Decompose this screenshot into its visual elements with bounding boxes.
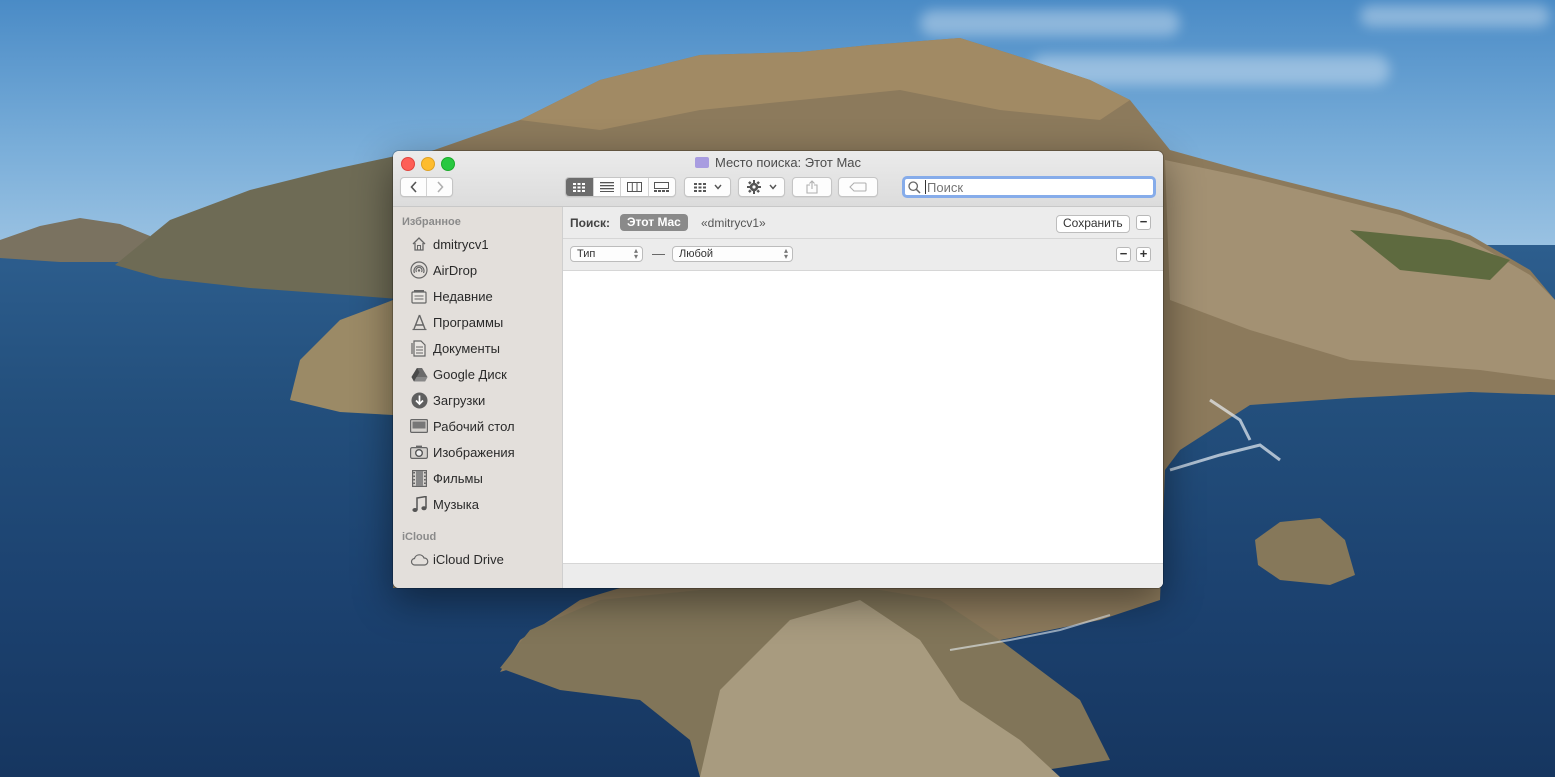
tag-icon — [849, 182, 867, 192]
gallery-icon — [654, 182, 670, 192]
applications-icon — [409, 313, 429, 331]
sidebar-item-label: Google Диск — [433, 366, 507, 382]
sidebar-item-google-drive[interactable]: Google Диск — [409, 363, 559, 385]
search-input[interactable] — [927, 179, 1137, 195]
sidebar-item-label: Программы — [433, 314, 504, 330]
sidebar-item-applications[interactable]: Программы — [409, 311, 559, 333]
share-icon — [806, 180, 818, 194]
chevron-left-icon — [409, 181, 417, 193]
airdrop-icon — [409, 261, 429, 279]
smart-folder-icon — [694, 157, 709, 168]
camera-icon — [409, 443, 429, 461]
sidebar-item-label: Изображения — [433, 444, 515, 460]
criteria-separator: — — [652, 246, 665, 261]
sidebar-item-airdrop[interactable]: AirDrop — [409, 259, 559, 281]
sidebar-item-movies[interactable]: Фильмы — [409, 467, 559, 489]
window-title: Место поиска: Этот Mac — [393, 155, 1163, 170]
content-area: Поиск: Этот Mac «dmitrycv1» Сохранить − … — [563, 207, 1163, 588]
chevron-right-icon — [436, 181, 444, 193]
criteria-attribute-popup[interactable]: Тип ▴ ▾ — [570, 246, 643, 262]
sidebar: Избранное dmitrycv1 AirDrop Недавние Про… — [393, 207, 563, 588]
sidebar-item-home[interactable]: dmitrycv1 — [409, 233, 559, 255]
sidebar-item-downloads[interactable]: Загрузки — [409, 389, 559, 411]
sidebar-item-desktop[interactable]: Рабочий стол — [409, 415, 559, 437]
sidebar-item-label: Музыка — [433, 496, 479, 512]
view-mode-buttons — [565, 177, 676, 197]
remove-criteria-button[interactable]: − — [1116, 247, 1131, 262]
chevron-down-icon — [713, 184, 722, 190]
google-drive-icon — [409, 365, 429, 383]
action-menu-button[interactable] — [738, 177, 785, 197]
sidebar-item-icloud-drive[interactable]: iCloud Drive — [409, 548, 559, 570]
scope-this-mac-button[interactable]: Этот Mac — [620, 214, 688, 231]
sidebar-section-favorites: Избранное — [402, 216, 461, 228]
forward-button[interactable] — [426, 178, 452, 196]
sidebar-item-label: Документы — [433, 340, 501, 356]
group-by-button[interactable] — [684, 177, 731, 197]
criteria-attribute-value: Тип — [577, 248, 596, 260]
column-view-button[interactable] — [620, 178, 648, 196]
chevron-down-icon — [768, 184, 777, 190]
sidebar-item-label: Загрузки — [433, 392, 486, 408]
gear-icon — [746, 180, 761, 194]
sidebar-item-pictures[interactable]: Изображения — [409, 441, 559, 463]
save-search-button[interactable]: Сохранить — [1056, 215, 1130, 233]
sidebar-item-label: iCloud Drive — [433, 551, 504, 567]
sidebar-item-label: AirDrop — [433, 262, 478, 278]
sidebar-item-label: Рабочий стол — [433, 418, 515, 434]
tags-button[interactable] — [838, 177, 878, 197]
recents-icon — [409, 287, 429, 305]
sidebar-item-label: Фильмы — [433, 470, 483, 486]
sidebar-item-recents[interactable]: Недавние — [409, 285, 559, 307]
finder-window: Место поиска: Этот Mac Поиск Избранное d… — [393, 151, 1163, 588]
list-view-button[interactable] — [592, 178, 621, 196]
film-icon — [409, 469, 429, 487]
downloads-icon — [409, 391, 429, 409]
popup-arrows-icon: ▴ ▾ — [783, 246, 788, 261]
cloud-icon — [409, 550, 429, 568]
search-scope-label: Поиск: — [570, 216, 611, 230]
popup-arrows-icon: ▴ ▾ — [633, 246, 638, 261]
scope-home-folder-button[interactable]: «dmitrycv1» — [701, 216, 766, 230]
sidebar-item-documents[interactable]: Документы — [409, 337, 559, 359]
back-button[interactable] — [401, 178, 426, 196]
criteria-value-popup[interactable]: Любой ▴ ▾ — [672, 246, 793, 262]
criteria-value-text: Любой — [679, 248, 714, 260]
search-criteria-row: Тип ▴ ▾ — Любой ▴ ▾ − + — [563, 239, 1163, 271]
search-field[interactable] — [902, 176, 1156, 198]
sidebar-item-music[interactable]: Музыка — [409, 493, 559, 515]
remove-scope-button[interactable]: − — [1136, 215, 1151, 230]
search-scope-bar: Поиск: Этот Mac «dmitrycv1» Сохранить − — [563, 207, 1163, 239]
text-cursor — [925, 180, 926, 194]
search-icon — [908, 180, 921, 194]
sidebar-item-label: dmitrycv1 — [433, 236, 489, 252]
icon-view-button[interactable] — [566, 178, 593, 196]
titlebar: Место поиска: Этот Mac — [393, 151, 1163, 207]
share-button[interactable] — [792, 177, 832, 197]
add-criteria-button[interactable]: + — [1136, 247, 1151, 262]
sidebar-item-label: Недавние — [433, 288, 493, 304]
status-bar — [563, 563, 1163, 588]
navigation-buttons — [400, 177, 453, 197]
music-icon — [409, 495, 429, 513]
columns-icon — [626, 182, 642, 192]
desktop-icon — [409, 417, 429, 435]
gallery-view-button[interactable] — [647, 178, 676, 196]
group-grid-icon — [693, 182, 706, 192]
list-icon — [599, 182, 614, 192]
home-icon — [409, 235, 429, 253]
icon-grid-icon — [573, 182, 586, 192]
sidebar-section-icloud: iCloud — [402, 531, 437, 543]
window-title-text: Место поиска: Этот Mac — [714, 155, 862, 170]
documents-icon — [409, 339, 429, 357]
